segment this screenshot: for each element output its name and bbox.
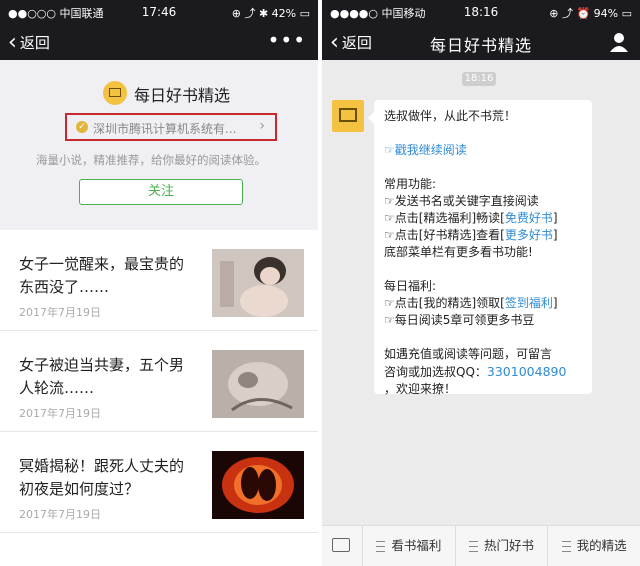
- message-timestamp: 18:16: [462, 72, 496, 86]
- article-date: 2017年7月19日: [19, 306, 101, 319]
- article-item[interactable]: 女子被迫当共妻，五个男人轮流…… 2017年7月19日: [0, 331, 318, 432]
- message-line: ☞发送书名或关键字直接阅读: [384, 194, 539, 208]
- status-indicators: ⊕ ⤴ ✱ 42% ▭: [231, 7, 310, 20]
- bottom-menu-bar: 看书福利 热门好书 我的精选: [322, 525, 640, 566]
- left-phone-screen: ●●○○○ 中国联通 17:46 ⊕ ⤴ ✱ 42% ▭ ‹ 返回 ••• 每日…: [0, 0, 318, 566]
- verification-text: 深圳市腾讯计算机系统有...: [93, 122, 237, 136]
- menu-icon: [469, 541, 478, 552]
- account-avatar: [103, 81, 127, 105]
- account-name: 每日好书精选: [134, 86, 231, 105]
- qq-number-link[interactable]: 3301004890: [487, 364, 567, 379]
- menu-item-welfare[interactable]: 看书福利: [363, 526, 456, 566]
- follow-button[interactable]: 关注: [79, 179, 243, 205]
- chat-title: 每日好书精选: [429, 36, 532, 55]
- menu-item-popular[interactable]: 热门好书: [456, 526, 549, 566]
- article-thumbnail: [212, 451, 304, 519]
- back-label: 返回: [19, 34, 50, 52]
- keyboard-toggle-icon[interactable]: [322, 526, 363, 566]
- chevron-right-icon: ›: [259, 118, 265, 134]
- article-date: 2017年7月19日: [19, 407, 101, 420]
- more-books-link[interactable]: 更多好书: [505, 228, 553, 242]
- article-title: 女子被迫当共妻，五个男人轮流……: [19, 356, 185, 397]
- status-bar: ●●○○○ 中国联通 17:46 ⊕ ⤴ ✱ 42% ▭: [0, 0, 318, 24]
- message-line: ，欢迎来撩！: [384, 382, 457, 396]
- article-list: 女子一觉醒来，最宝贵的东西没了…… 2017年7月19日 女子被迫当共妻，五个男…: [0, 230, 318, 566]
- menu-item-selected[interactable]: 我的精选: [548, 526, 640, 566]
- account-description: 海量小说，精准推荐，给你最好的阅读体验。: [36, 153, 266, 167]
- status-indicators: ⊕ ⤴ ⏰ 94% ▭: [549, 7, 632, 20]
- message-line: 如遇充值或阅读等问题，可留言: [384, 347, 553, 361]
- message-line: ☞点击[我的精选]领取[签到福利]: [384, 296, 558, 310]
- message-bubble: 选叔做伴，从此不书荒！ ☞戳我继续阅读 常用功能: ☞发送书名或关键字直接阅读 …: [368, 100, 592, 396]
- right-phone-screen: ●●●●○ 中国移动 18:16 ⊕ ⤴ ⏰ 94% ▭ ‹ 返回 每日好书精选…: [322, 0, 640, 566]
- bot-avatar[interactable]: [332, 100, 364, 132]
- message-line: ☞每日阅读5章可领更多书豆: [384, 313, 535, 327]
- message-line: ☞点击[精选福利]畅读[免费好书]: [384, 211, 558, 225]
- nav-bar: ‹ 返回 每日好书精选: [322, 24, 640, 60]
- checkin-reward-link[interactable]: 签到福利: [505, 296, 553, 310]
- chevron-left-icon: ‹: [8, 29, 17, 55]
- person-icon[interactable]: [610, 32, 628, 52]
- status-bar: ●●●●○ 中国移动 18:16 ⊕ ⤴ ⏰ 94% ▭: [322, 0, 640, 24]
- back-button[interactable]: ‹ 返回: [8, 29, 50, 55]
- message-line: 底部菜单栏有更多看书功能!: [384, 245, 533, 259]
- article-title: 女子一觉醒来，最宝贵的东西没了……: [19, 255, 185, 296]
- article-thumbnail: [212, 249, 304, 317]
- message-line: 每日福利:: [384, 279, 437, 293]
- article-date: 2017年7月19日: [19, 508, 101, 521]
- more-options-icon[interactable]: •••: [268, 28, 306, 52]
- message-line: 常用功能:: [384, 177, 437, 191]
- chat-area[interactable]: 18:16 选叔做伴，从此不书荒！ ☞戳我继续阅读 常用功能: ☞发送书名或关键…: [322, 60, 640, 526]
- free-books-link[interactable]: 免费好书: [505, 211, 553, 225]
- menu-icon: [561, 541, 571, 552]
- article-item[interactable]: 女子一觉醒来，最宝贵的东西没了…… 2017年7月19日: [0, 230, 318, 331]
- account-profile-card: 每日好书精选 ✓ 深圳市腾讯计算机系统有... › 海量小说，精准推荐，给你最好…: [0, 60, 318, 230]
- verification-info[interactable]: ✓ 深圳市腾讯计算机系统有... ›: [65, 113, 277, 141]
- message-line: 咨询或加选叔QQ：3301004890: [384, 364, 567, 379]
- article-item[interactable]: 冥婚揭秘！跟死人丈夫的初夜是如何度过？ 2017年7月19日: [0, 432, 318, 533]
- nav-bar: ‹ 返回 •••: [0, 24, 318, 60]
- message-line: 选叔做伴，从此不书荒！: [384, 109, 517, 123]
- article-title: 冥婚揭秘！跟死人丈夫的初夜是如何度过？: [19, 457, 185, 498]
- verified-badge-icon: ✓: [76, 121, 88, 133]
- message-line: ☞点击[好书精选]查看[更多好书]: [384, 228, 558, 242]
- article-thumbnail: [212, 350, 304, 418]
- menu-icon: [376, 541, 386, 552]
- continue-reading-link[interactable]: ☞戳我继续阅读: [384, 142, 582, 159]
